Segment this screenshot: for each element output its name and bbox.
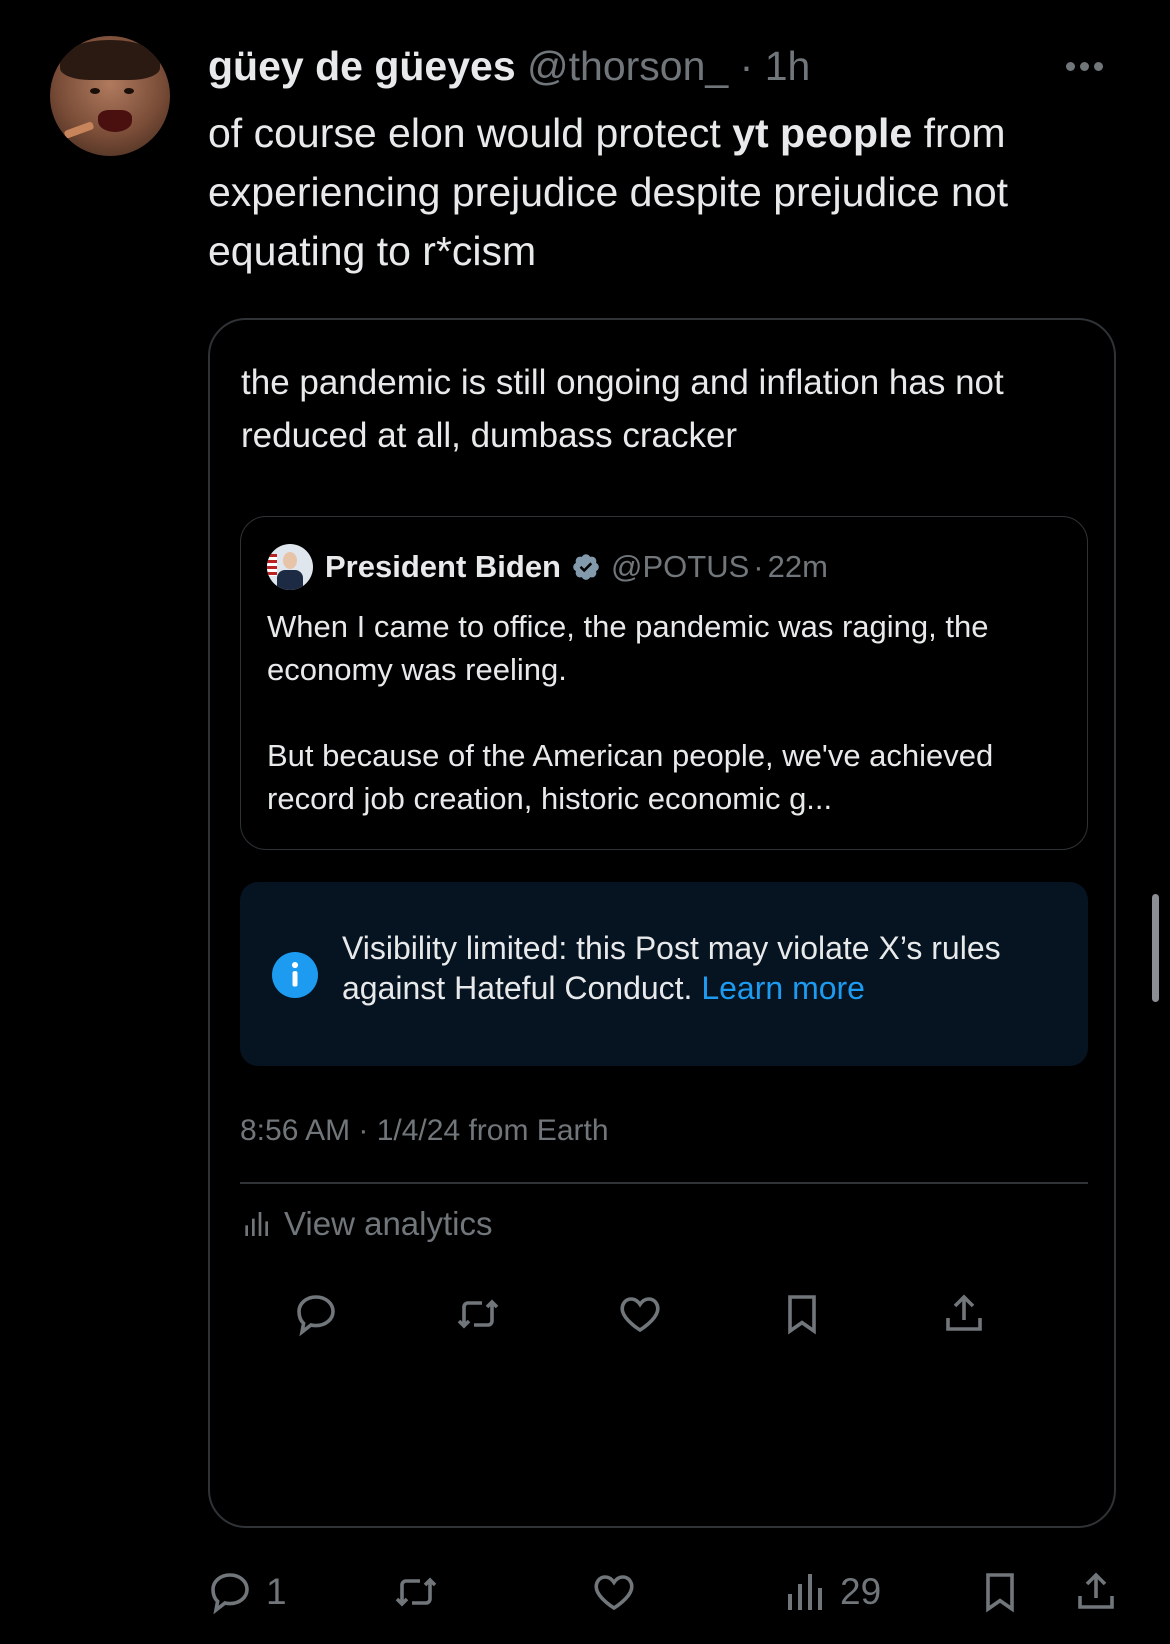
repost-icon — [395, 1577, 437, 1607]
inner-handle[interactable]: @POTUS — [611, 549, 749, 585]
notice-message: Visibility limited: this Post may violat… — [342, 930, 1001, 1006]
post-action-bar: 1 29 — [206, 1568, 1126, 1628]
quoted-post-text: the pandemic is still ongoing and inflat… — [241, 363, 1004, 455]
reply-icon — [297, 1295, 335, 1337]
inner-display-name[interactable]: President Biden — [325, 549, 561, 585]
view-analytics-button[interactable]: View analytics — [240, 1205, 493, 1243]
repost-icon — [457, 1299, 499, 1329]
reply-button[interactable]: 1 — [206, 1568, 287, 1616]
post-text: of course elon would protect yt people f… — [208, 104, 1128, 281]
inner-paragraph: But because of the American people, we'v… — [267, 738, 994, 816]
bookmark-icon — [986, 1573, 1014, 1613]
analytics-icon — [788, 1574, 822, 1610]
bookmark-icon — [788, 1295, 816, 1335]
reply-count: 1 — [266, 1571, 287, 1612]
scrollbar[interactable] — [1152, 894, 1159, 1002]
like-icon — [594, 1575, 634, 1611]
divider — [240, 1182, 1088, 1184]
repost-button[interactable] — [454, 1290, 506, 1342]
post-time[interactable]: 1h — [765, 43, 811, 89]
post-header: güey de güeyes @thorson_ · 1h — [208, 40, 810, 92]
card-action-bar — [292, 1290, 1012, 1346]
quoted-post-card[interactable]: the pandemic is still ongoing and inflat… — [208, 318, 1116, 1528]
reply-button[interactable] — [292, 1290, 344, 1342]
more-icon[interactable] — [1066, 58, 1112, 72]
handle[interactable]: @thorson_ — [527, 43, 728, 89]
like-button[interactable] — [590, 1568, 638, 1616]
inner-time[interactable]: 22m — [768, 549, 828, 585]
display-name[interactable]: güey de güeyes — [208, 43, 516, 89]
bookmark-button[interactable] — [778, 1290, 830, 1342]
notice-text: Visibility limited: this Post may violat… — [342, 928, 1062, 1008]
potus-avatar[interactable] — [267, 544, 313, 590]
analytics-label: View analytics — [284, 1205, 493, 1242]
views-button[interactable]: 29 — [780, 1568, 881, 1616]
inner-quote-card[interactable]: President Biden @POTUS · 22m When I came… — [240, 516, 1088, 850]
info-icon — [272, 952, 318, 998]
verified-badge-icon — [573, 554, 599, 580]
inner-quote-text: When I came to office, the pandemic was … — [267, 605, 1067, 820]
inner-quote-header: President Biden @POTUS · 22m — [267, 544, 828, 590]
reply-icon — [211, 1573, 249, 1615]
share-button[interactable] — [1072, 1568, 1120, 1616]
like-icon — [620, 1297, 660, 1333]
inner-separator: · — [753, 549, 764, 584]
share-icon — [1078, 1572, 1114, 1609]
share-button[interactable] — [940, 1290, 992, 1342]
views-count: 29 — [840, 1571, 882, 1612]
avatar[interactable] — [50, 36, 170, 156]
learn-more-link[interactable]: Learn more — [701, 970, 865, 1006]
separator: · — [739, 43, 754, 89]
visibility-notice: Visibility limited: this Post may violat… — [240, 882, 1088, 1066]
like-button[interactable] — [616, 1290, 668, 1342]
inner-paragraph: When I came to office, the pandemic was … — [267, 609, 989, 687]
post-text-part: of course elon would protect — [208, 110, 733, 156]
analytics-icon — [245, 1212, 268, 1236]
repost-button[interactable] — [392, 1568, 440, 1616]
post-text-bold: yt people — [732, 110, 913, 156]
post-timestamp[interactable]: 8:56 AM · 1/4/24 from Earth — [240, 1114, 609, 1148]
bookmark-button[interactable] — [976, 1568, 1024, 1616]
share-icon — [946, 1294, 982, 1331]
